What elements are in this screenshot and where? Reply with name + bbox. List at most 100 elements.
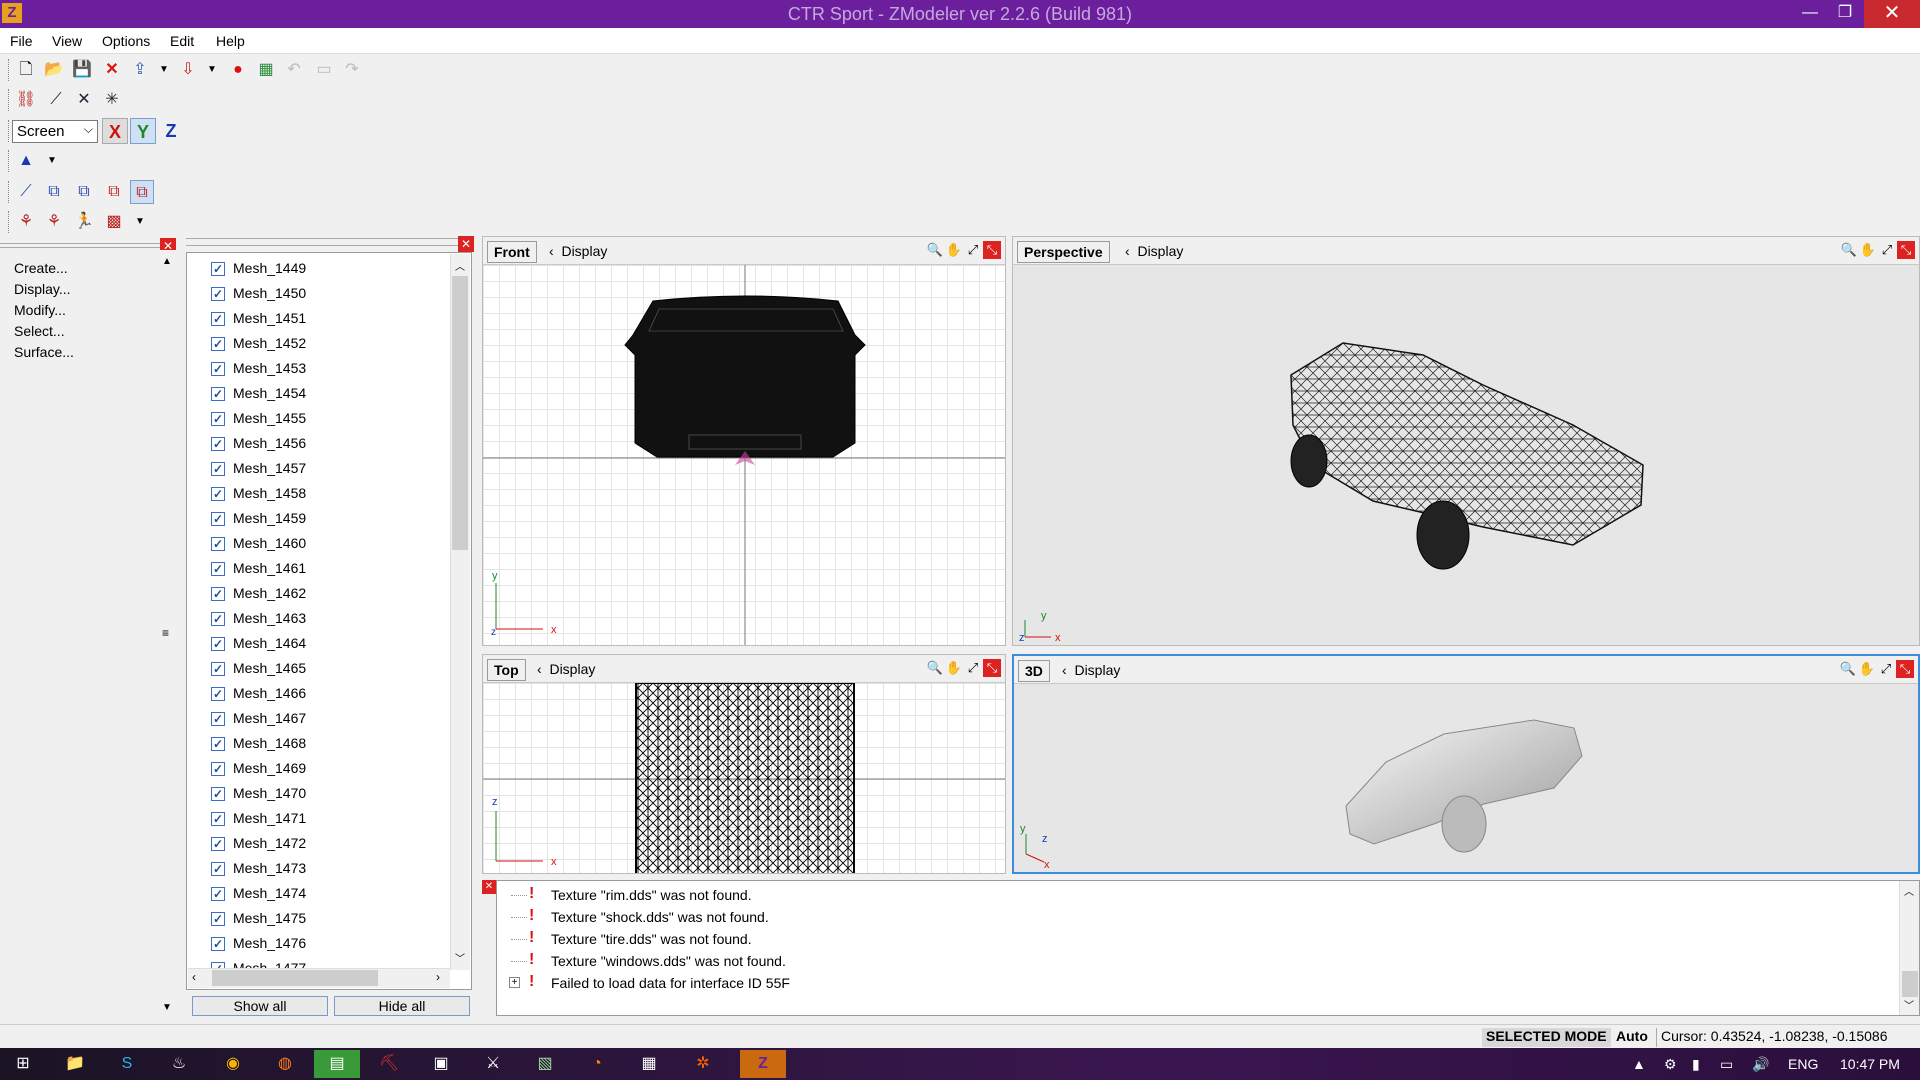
hierarchy-icon[interactable]: ⚘ bbox=[14, 210, 38, 234]
panel-grip[interactable] bbox=[0, 243, 160, 248]
expand-icon[interactable]: + bbox=[509, 977, 520, 988]
mesh-visible-checkbox[interactable]: ✓ bbox=[211, 887, 225, 901]
viewport-canvas[interactable]: y x z bbox=[1013, 265, 1919, 645]
mesh-visible-checkbox[interactable]: ✓ bbox=[211, 337, 225, 351]
splitter-grip-icon[interactable]: ≡ bbox=[162, 626, 169, 640]
mesh-visible-checkbox[interactable]: ✓ bbox=[211, 512, 225, 526]
scroll-left-icon[interactable]: ‹ bbox=[192, 970, 196, 984]
mesh-panel-grip[interactable] bbox=[186, 238, 472, 246]
viewport-tab-top[interactable]: Top bbox=[487, 659, 526, 681]
mesh-visible-checkbox[interactable]: ✓ bbox=[211, 912, 225, 926]
mesh-visible-checkbox[interactable]: ✓ bbox=[211, 837, 225, 851]
render-settings-icon[interactable]: ▩ bbox=[102, 210, 126, 234]
menu-help[interactable]: Help bbox=[216, 33, 245, 49]
close-button[interactable]: ✕ bbox=[1864, 0, 1920, 28]
materials-icon[interactable]: ▦ bbox=[254, 58, 278, 82]
hide-all-button[interactable]: Hide all bbox=[334, 996, 470, 1016]
clock[interactable]: 10:47 PM bbox=[1840, 1056, 1900, 1072]
scroll-down-icon[interactable]: ﹀ bbox=[1904, 997, 1914, 1012]
viewport-front[interactable]: Front ‹ Display 🔍 ✋ ⤢ ⤡ y x z bbox=[482, 236, 1006, 646]
new-file-icon[interactable]: 🗋 bbox=[14, 58, 38, 82]
zoom-icon[interactable]: 🔍 bbox=[1840, 241, 1858, 259]
app-icon[interactable]: ⚔ bbox=[470, 1050, 516, 1078]
pan-hand-icon[interactable]: ✋ bbox=[945, 241, 963, 259]
menu-view[interactable]: View bbox=[52, 33, 82, 49]
mesh-list-vscroll-thumb[interactable] bbox=[452, 276, 468, 550]
mesh-visible-checkbox[interactable]: ✓ bbox=[211, 662, 225, 676]
file-explorer-icon[interactable]: 📁 bbox=[52, 1050, 98, 1078]
toolbar-grip[interactable] bbox=[8, 211, 11, 233]
maximize-viewport-icon[interactable]: ⤡ bbox=[1896, 660, 1914, 678]
pan-hand-icon[interactable]: ✋ bbox=[945, 659, 963, 677]
viewport-perspective[interactable]: Perspective ‹ Display 🔍 ✋ ⤢ ⤡ y x z bbox=[1012, 236, 1920, 646]
restore-button[interactable]: ❐ bbox=[1826, 0, 1864, 28]
mesh-visible-checkbox[interactable]: ✓ bbox=[211, 812, 225, 826]
export-dropdown-icon[interactable]: ▼ bbox=[200, 58, 224, 82]
media-icon[interactable]: ▦ bbox=[626, 1050, 672, 1078]
start-windows-icon[interactable]: ⊞ bbox=[0, 1050, 46, 1078]
coord-system-select[interactable]: Screen ⌵ bbox=[12, 120, 98, 143]
selected-mode-icon[interactable]: ⧉ bbox=[130, 180, 154, 204]
scroll-down-icon[interactable]: ﹀ bbox=[455, 950, 465, 965]
command-modify[interactable]: Modify... bbox=[14, 302, 66, 318]
zoom-icon[interactable]: 🔍 bbox=[1839, 660, 1857, 678]
scroll-up-icon[interactable]: ▲ bbox=[162, 256, 172, 267]
log-scroll-thumb[interactable] bbox=[1902, 971, 1918, 997]
save-icon[interactable]: 💾 bbox=[70, 58, 94, 82]
command-display[interactable]: Display... bbox=[14, 281, 71, 297]
terminal-icon[interactable]: ▣ bbox=[418, 1050, 464, 1078]
log-scrollbar[interactable]: ︿ ﹀ bbox=[1899, 881, 1919, 1015]
toolbar-grip[interactable] bbox=[8, 150, 11, 172]
viewport-tab-perspective[interactable]: Perspective bbox=[1017, 241, 1110, 263]
import-dropdown-icon[interactable]: ▼ bbox=[152, 58, 176, 82]
close-log-icon[interactable]: ✕ bbox=[482, 880, 496, 894]
command-surface[interactable]: Surface... bbox=[14, 344, 74, 360]
mesh-visible-checkbox[interactable]: ✓ bbox=[211, 587, 225, 601]
tray-app-icon[interactable]: ⚙ bbox=[1664, 1056, 1677, 1073]
mesh-visible-checkbox[interactable]: ✓ bbox=[211, 612, 225, 626]
viewport-tab-front[interactable]: Front bbox=[487, 241, 537, 263]
axis-x-button[interactable]: X bbox=[102, 118, 128, 144]
toolbar-grip[interactable] bbox=[8, 59, 11, 81]
zoom-icon[interactable]: 🔍 bbox=[926, 659, 944, 677]
blender-icon[interactable]: ◔ bbox=[574, 1050, 620, 1078]
mesh-visible-checkbox[interactable]: ✓ bbox=[211, 387, 225, 401]
scroll-down-icon[interactable]: ▼ bbox=[162, 1002, 172, 1013]
show-all-button[interactable]: Show all bbox=[192, 996, 328, 1016]
game-icon[interactable]: ✲ bbox=[680, 1050, 726, 1078]
menu-edit[interactable]: Edit bbox=[170, 33, 194, 49]
pivot-icon[interactable]: ▲ bbox=[14, 149, 38, 173]
viewport-top[interactable]: Top ‹ Display 🔍 ✋ ⤢ ⤡ z x bbox=[482, 654, 1006, 874]
mesh-visible-checkbox[interactable]: ✓ bbox=[211, 762, 225, 776]
pan-hand-icon[interactable]: ✋ bbox=[1859, 241, 1877, 259]
mesh-visible-checkbox[interactable]: ✓ bbox=[211, 687, 225, 701]
menu-options[interactable]: Options bbox=[102, 33, 150, 49]
vertex-select-icon[interactable]: ⟋ bbox=[14, 180, 38, 204]
render-dropdown-icon[interactable]: ▼ bbox=[128, 210, 152, 234]
scroll-up-icon[interactable]: ︿ bbox=[455, 258, 465, 273]
hierarchy-2-icon[interactable]: ⚘ bbox=[42, 210, 66, 234]
mesh-visible-checkbox[interactable]: ✓ bbox=[211, 537, 225, 551]
toolbar-grip[interactable] bbox=[8, 89, 11, 111]
open-folder-icon[interactable]: 📂 bbox=[42, 58, 66, 82]
mesh-visible-checkbox[interactable]: ✓ bbox=[211, 712, 225, 726]
viewport-canvas[interactable]: y x z bbox=[483, 265, 1005, 645]
viewport-canvas[interactable]: y z x bbox=[1014, 684, 1918, 872]
axis-tool-icon[interactable]: ⟋ bbox=[44, 88, 68, 112]
tray-battery-icon[interactable]: ▮ bbox=[1692, 1056, 1700, 1073]
export-icon[interactable]: ⇩ bbox=[176, 58, 200, 82]
mesh-list-hscroll-thumb[interactable] bbox=[212, 970, 378, 986]
pan-hand-icon[interactable]: ✋ bbox=[1858, 660, 1876, 678]
zoom-extents-icon[interactable]: ⤢ bbox=[1878, 241, 1896, 259]
maximize-viewport-icon[interactable]: ⤡ bbox=[983, 659, 1001, 677]
toolbar-grip[interactable] bbox=[8, 181, 11, 203]
mesh-visible-checkbox[interactable]: ✓ bbox=[211, 312, 225, 326]
display-menu[interactable]: ‹ Display bbox=[549, 243, 607, 259]
viewport-canvas[interactable]: z x bbox=[483, 683, 1005, 873]
axis-cross-icon[interactable]: ✕ bbox=[72, 88, 96, 112]
menu-file[interactable]: File bbox=[10, 33, 33, 49]
mesh-visible-checkbox[interactable]: ✓ bbox=[211, 362, 225, 376]
object-select-icon[interactable]: ⧉ bbox=[72, 180, 96, 204]
display-menu[interactable]: ‹ Display bbox=[537, 661, 595, 677]
chrome-icon[interactable]: ◉ bbox=[210, 1050, 256, 1078]
